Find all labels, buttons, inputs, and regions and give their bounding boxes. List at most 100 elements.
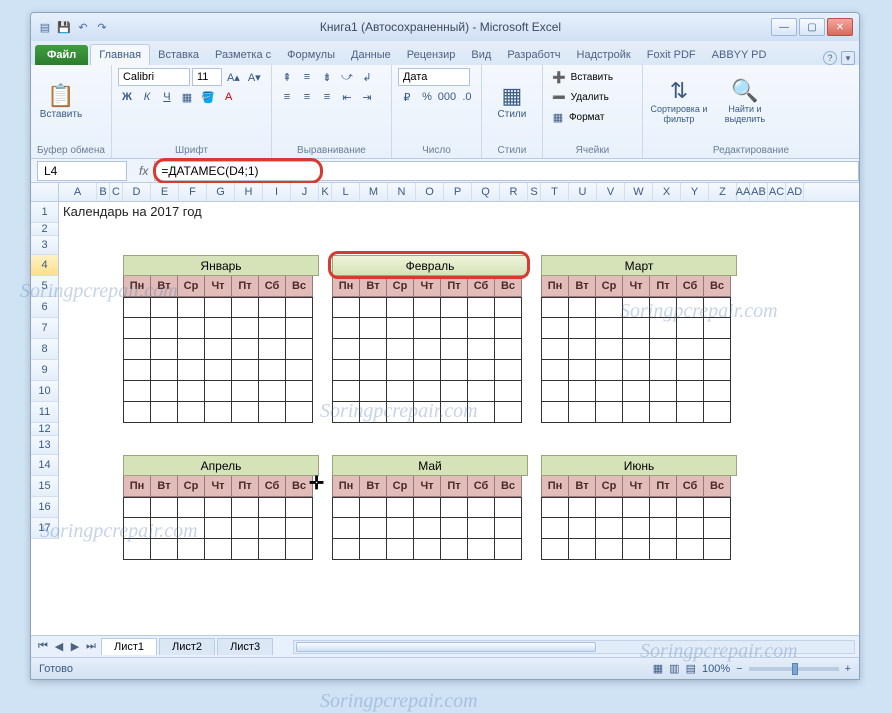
month-header[interactable]: Март — [541, 255, 737, 276]
day-cell[interactable] — [258, 402, 286, 423]
day-cell[interactable] — [231, 497, 259, 518]
align-right-icon[interactable]: ≡ — [318, 88, 336, 106]
day-cell[interactable] — [386, 381, 414, 402]
day-cell[interactable] — [440, 518, 468, 539]
day-cell[interactable] — [123, 297, 151, 318]
day-cell[interactable] — [359, 318, 387, 339]
percent-icon[interactable]: % — [418, 88, 436, 106]
day-cell[interactable] — [622, 402, 650, 423]
day-cell[interactable] — [440, 318, 468, 339]
day-cell[interactable] — [332, 539, 360, 560]
day-cell[interactable] — [177, 539, 205, 560]
day-cell[interactable] — [123, 318, 151, 339]
cells-delete-button[interactable]: ➖ — [549, 88, 569, 106]
tab-nav-first-icon[interactable]: ⏮ — [35, 639, 51, 655]
day-cell[interactable] — [494, 297, 522, 318]
day-cell[interactable] — [541, 518, 569, 539]
select-all-corner[interactable] — [31, 183, 59, 201]
fill-color-icon[interactable]: 🪣 — [198, 88, 218, 106]
day-cell[interactable] — [332, 297, 360, 318]
day-cell[interactable] — [285, 539, 313, 560]
day-cell[interactable] — [676, 402, 704, 423]
day-cell[interactable] — [622, 518, 650, 539]
day-cell[interactable] — [595, 318, 623, 339]
row-header-7[interactable]: 7 — [31, 318, 59, 339]
row-header-8[interactable]: 8 — [31, 339, 59, 360]
day-cell[interactable] — [285, 381, 313, 402]
col-header-Z[interactable]: Z — [709, 183, 737, 201]
currency-icon[interactable]: ₽ — [398, 88, 416, 106]
name-box[interactable]: L4 — [37, 161, 127, 181]
sheet-tab-1[interactable]: Лист2 — [159, 638, 215, 655]
col-header-AB[interactable]: AB — [750, 183, 768, 201]
day-cell[interactable] — [359, 339, 387, 360]
ribbon-tab-10[interactable]: ABBYY PD — [704, 45, 775, 65]
day-cell[interactable] — [494, 339, 522, 360]
day-cell[interactable] — [386, 402, 414, 423]
cell-grid[interactable]: Календарь на 2017 год ЯнварьПнВтСрЧтПтСб… — [59, 202, 859, 635]
day-cell[interactable] — [568, 381, 596, 402]
day-cell[interactable] — [467, 318, 495, 339]
day-cell[interactable] — [595, 402, 623, 423]
day-cell[interactable] — [386, 497, 414, 518]
col-header-X[interactable]: X — [653, 183, 681, 201]
day-cell[interactable] — [676, 539, 704, 560]
align-left-icon[interactable]: ≡ — [278, 88, 296, 106]
day-cell[interactable] — [359, 381, 387, 402]
col-header-V[interactable]: V — [597, 183, 625, 201]
help-icon[interactable]: ? — [823, 51, 837, 65]
day-cell[interactable] — [494, 318, 522, 339]
day-cell[interactable] — [258, 297, 286, 318]
day-cell[interactable] — [204, 318, 232, 339]
day-cell[interactable] — [541, 402, 569, 423]
day-cell[interactable] — [440, 539, 468, 560]
day-cell[interactable] — [204, 539, 232, 560]
day-cell[interactable] — [258, 339, 286, 360]
day-cell[interactable] — [440, 381, 468, 402]
day-cell[interactable] — [541, 339, 569, 360]
col-header-P[interactable]: P — [444, 183, 472, 201]
day-cell[interactable] — [177, 360, 205, 381]
row-header-15[interactable]: 15 — [31, 476, 59, 497]
view-break-icon[interactable]: ▤ — [686, 662, 696, 675]
day-cell[interactable] — [359, 539, 387, 560]
day-cell[interactable] — [595, 381, 623, 402]
col-header-B[interactable]: B — [97, 183, 110, 201]
find-select-button[interactable]: 🔍 Найти и выделить — [717, 68, 773, 134]
day-cell[interactable] — [649, 518, 677, 539]
day-cell[interactable] — [440, 360, 468, 381]
day-cell[interactable] — [703, 318, 731, 339]
day-cell[interactable] — [332, 402, 360, 423]
wrap-icon[interactable]: ↲ — [358, 68, 376, 86]
day-cell[interactable] — [494, 402, 522, 423]
day-cell[interactable] — [703, 297, 731, 318]
day-cell[interactable] — [622, 360, 650, 381]
day-cell[interactable] — [676, 339, 704, 360]
col-header-E[interactable]: E — [151, 183, 179, 201]
row-header-12[interactable]: 12 — [31, 423, 59, 436]
row-header-14[interactable]: 14 — [31, 455, 59, 476]
ribbon-tab-9[interactable]: Foxit PDF — [639, 45, 704, 65]
day-cell[interactable] — [541, 318, 569, 339]
month-header[interactable]: Февраль — [332, 255, 528, 276]
col-header-U[interactable]: U — [569, 183, 597, 201]
day-cell[interactable] — [676, 297, 704, 318]
ribbon-tab-1[interactable]: Вставка — [150, 45, 207, 65]
day-cell[interactable] — [285, 360, 313, 381]
day-cell[interactable] — [285, 318, 313, 339]
day-cell[interactable] — [123, 497, 151, 518]
col-header-J[interactable]: J — [291, 183, 319, 201]
tab-nav-prev-icon[interactable]: ◀ — [51, 639, 67, 655]
day-cell[interactable] — [541, 381, 569, 402]
day-cell[interactable] — [703, 339, 731, 360]
day-cell[interactable] — [332, 381, 360, 402]
col-header-I[interactable]: I — [263, 183, 291, 201]
zoom-slider[interactable] — [749, 667, 839, 671]
col-header-N[interactable]: N — [388, 183, 416, 201]
font-name-box[interactable]: Calibri — [118, 68, 190, 86]
col-header-W[interactable]: W — [625, 183, 653, 201]
day-cell[interactable] — [622, 297, 650, 318]
day-cell[interactable] — [258, 360, 286, 381]
day-cell[interactable] — [258, 318, 286, 339]
day-cell[interactable] — [467, 497, 495, 518]
